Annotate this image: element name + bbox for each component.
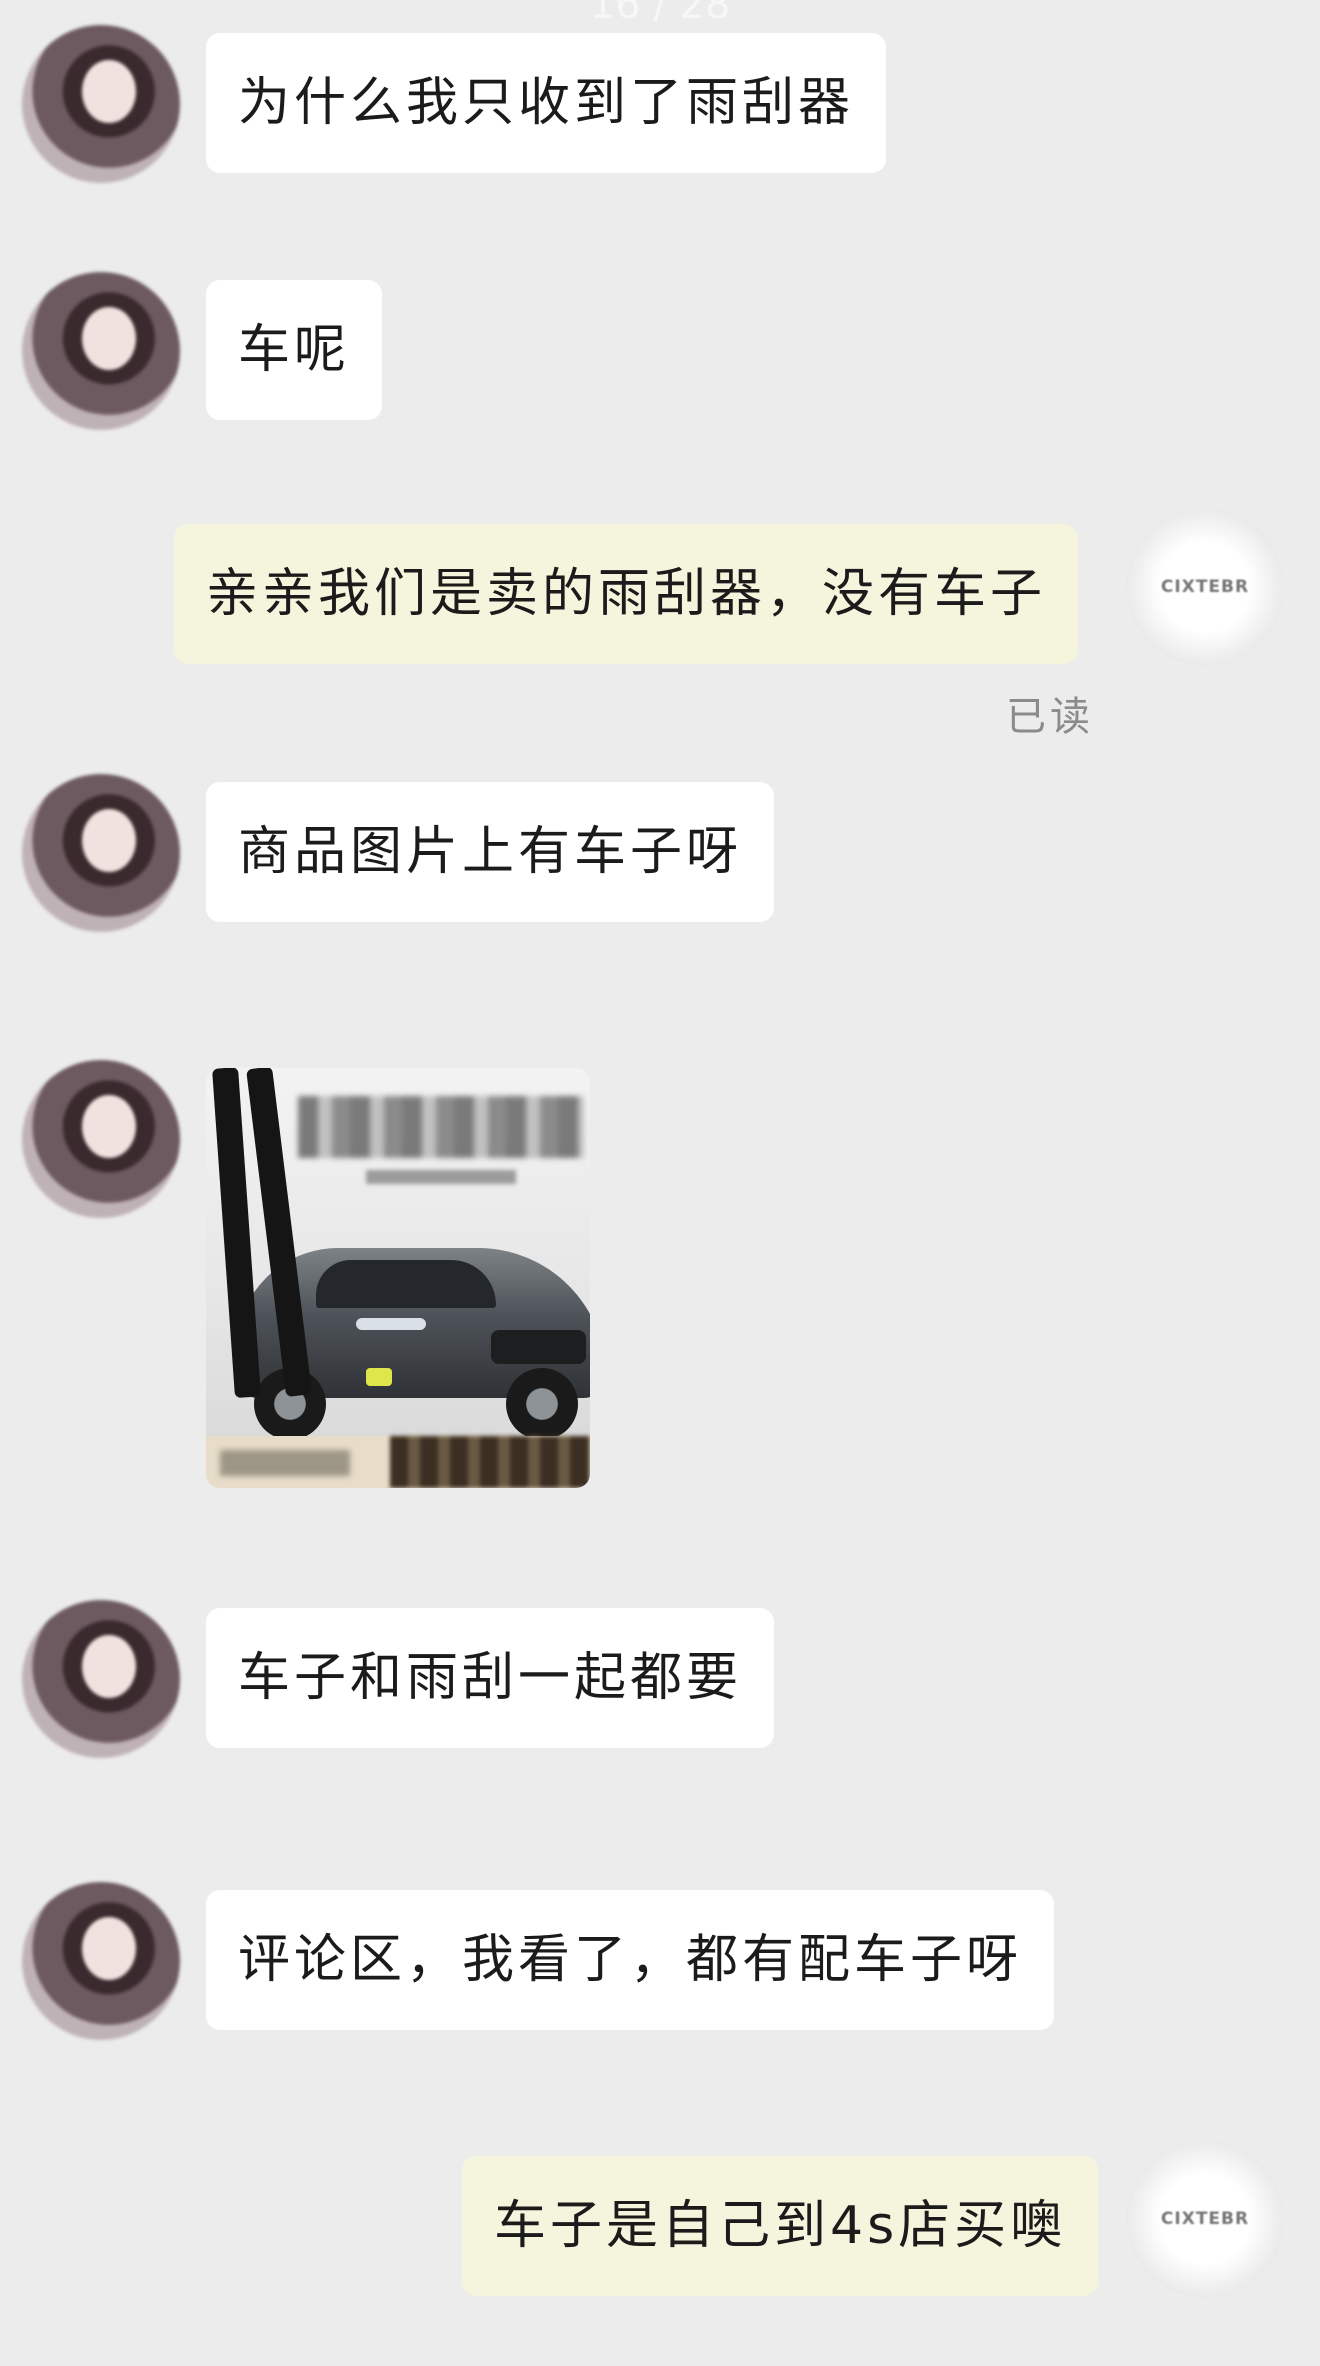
message-bubble[interactable]: 车子是自己到4s店买噢 xyxy=(462,2156,1099,2296)
customer-avatar[interactable] xyxy=(22,1060,180,1218)
message-bubble[interactable]: 评论区，我看了，都有配车子呀 xyxy=(206,1890,1055,2030)
customer-avatar[interactable] xyxy=(22,272,180,430)
blurred-product-subtitle xyxy=(366,1170,516,1184)
message-bubble[interactable]: 商品图片上有车子呀 xyxy=(206,782,775,922)
car-fog-light xyxy=(366,1368,392,1386)
read-status: 已读 xyxy=(1006,694,1094,740)
message-bubble[interactable]: 车呢 xyxy=(206,280,383,420)
blurred-footer-badge xyxy=(390,1436,590,1488)
blurred-product-title xyxy=(298,1096,584,1158)
customer-avatar[interactable] xyxy=(22,774,180,932)
image-footer xyxy=(206,1436,590,1488)
product-image-message[interactable] xyxy=(206,1068,590,1488)
blurred-footer-text xyxy=(220,1450,350,1476)
shop-logo: CIXTEBR xyxy=(1160,2209,1250,2229)
customer-avatar[interactable] xyxy=(22,1882,180,2040)
car-grille xyxy=(491,1330,586,1364)
shop-avatar[interactable]: CIXTEBR xyxy=(1126,508,1284,666)
car-wheel xyxy=(506,1368,578,1440)
shop-logo: CIXTEBR xyxy=(1160,577,1250,597)
page-indicator: 16 / 28 xyxy=(589,0,731,28)
customer-avatar[interactable] xyxy=(22,25,180,183)
message-bubble[interactable]: 车子和雨刮一起都要 xyxy=(206,1608,775,1748)
car-window xyxy=(316,1260,496,1308)
message-bubble[interactable]: 亲亲我们是卖的雨刮器，没有车子 xyxy=(174,524,1079,664)
shop-avatar[interactable]: CIXTEBR xyxy=(1126,2140,1284,2298)
customer-avatar[interactable] xyxy=(22,1600,180,1758)
message-bubble[interactable]: 为什么我只收到了雨刮器 xyxy=(206,33,887,173)
car-headlight xyxy=(356,1318,426,1330)
